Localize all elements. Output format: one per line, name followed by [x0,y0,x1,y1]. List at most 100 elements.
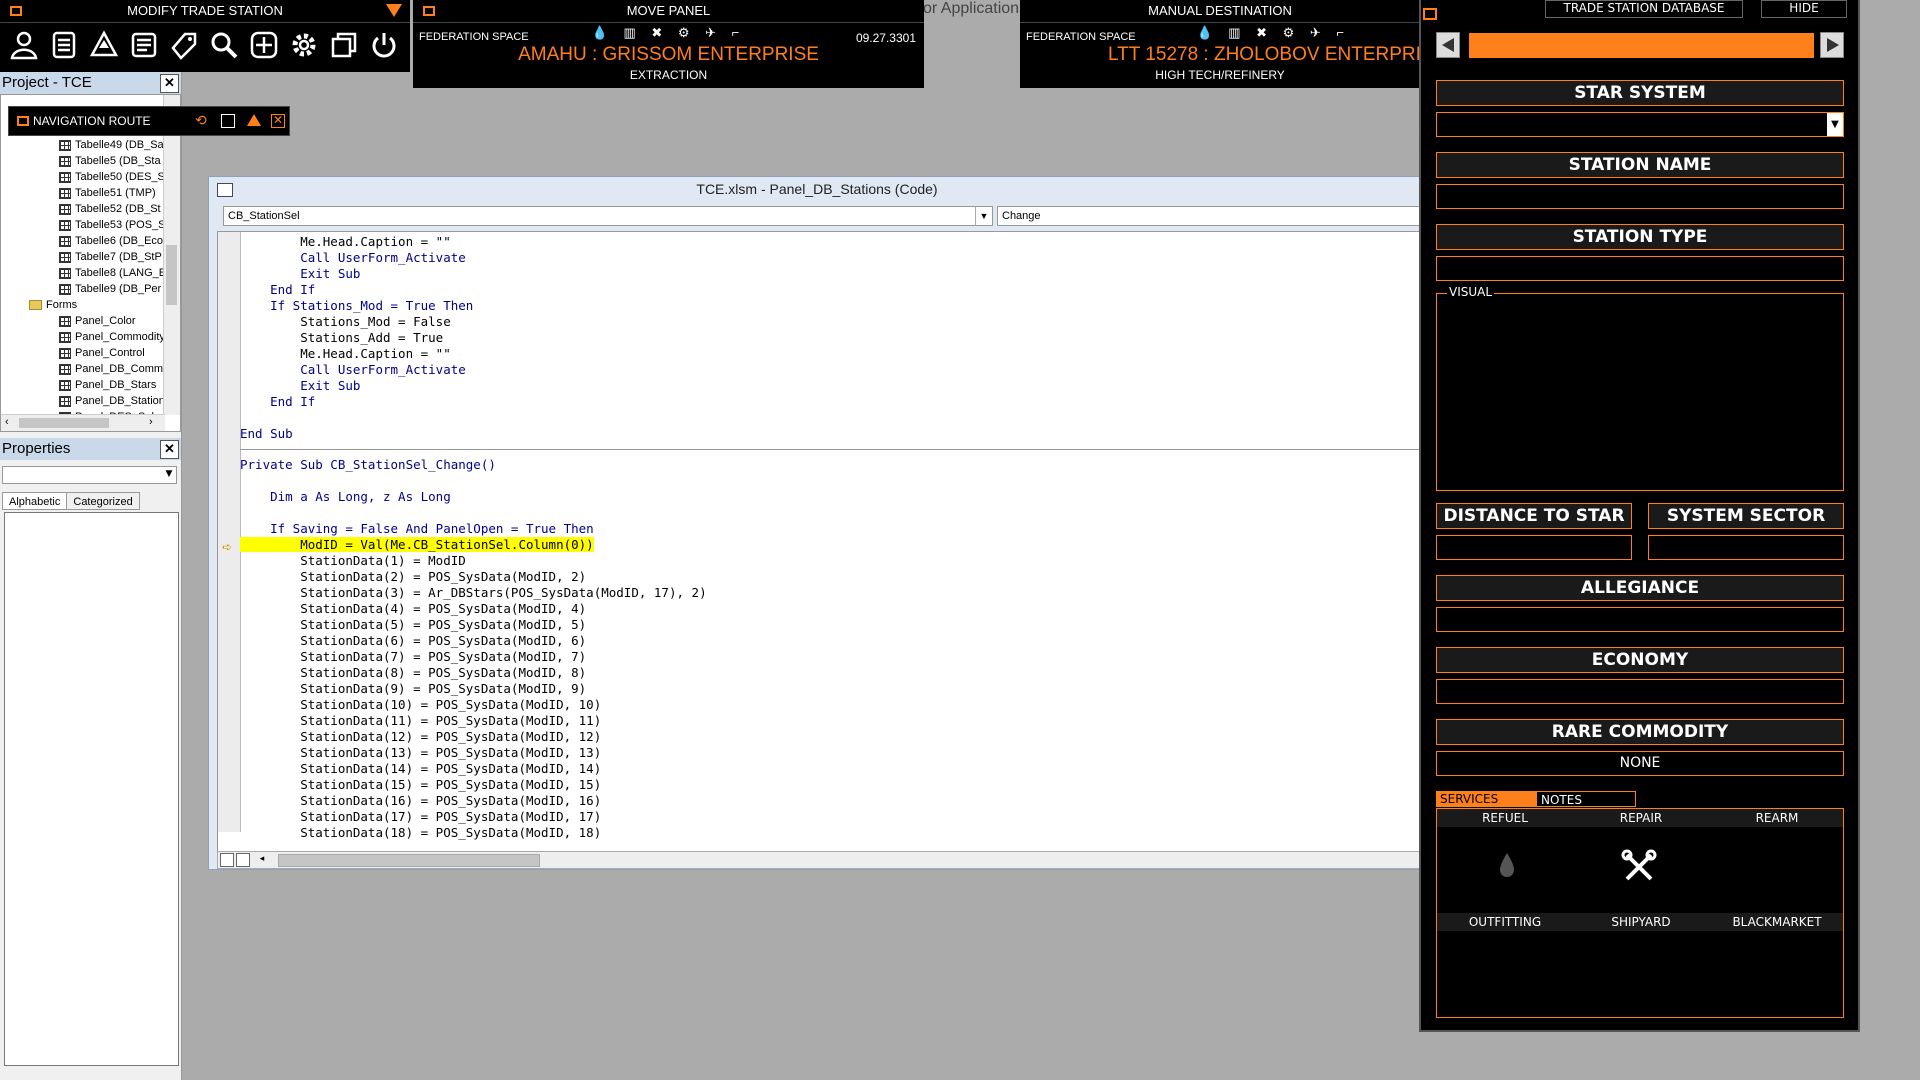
next-station-button[interactable] [1820,32,1844,58]
previous-station-button[interactable] [1436,32,1460,58]
recycle-icon[interactable] [88,27,120,63]
code-line[interactable]: Exit Sub [240,266,1428,282]
code-line[interactable]: Me.Head.Caption = "" [240,234,1428,250]
code-line[interactable]: Exit Sub [240,378,1428,394]
code-hscroll-thumb[interactable] [278,854,540,867]
project-tree-hscroll[interactable]: ‹ › [1,414,165,431]
tree-folder[interactable]: Forms [29,297,77,313]
search-icon[interactable] [208,27,240,63]
code-line[interactable] [240,410,1428,426]
code-line[interactable]: StationData(3) = Ar_DBStars(POS_SysData(… [240,585,1428,601]
close-project-pane-button[interactable]: ✕ [160,74,179,93]
code-line[interactable]: Call UserForm_Activate [240,362,1428,378]
code-line[interactable]: StationData(2) = POS_SysData(ModID, 2) [240,569,1428,585]
tree-item[interactable]: Tabelle49 (DB_Sa [59,137,164,153]
tree-item[interactable]: Panel_Control [59,345,145,361]
economy-field[interactable] [1436,679,1844,704]
code-margin[interactable] [218,232,241,832]
code-line[interactable]: Private Sub CB_StationSel_Change() [240,457,1428,473]
tree-item[interactable]: Tabelle9 (DB_Per [59,281,161,297]
document-icon[interactable] [128,27,160,63]
gear-icon[interactable] [288,27,320,63]
close-icon[interactable]: ✕ [271,114,285,128]
code-line[interactable]: StationData(7) = POS_SysData(ModID, 7) [240,649,1428,665]
tree-item[interactable]: Tabelle51 (TMP) [59,185,156,201]
tab-categorized[interactable]: Categorized [67,492,140,510]
star-system-select[interactable]: ▼ [1436,112,1844,137]
procedure-combo[interactable]: Change [997,206,1427,226]
code-hscroll[interactable]: ◂ [217,851,1429,869]
code-line[interactable]: StationData(13) = POS_SysData(ModID, 13) [240,745,1428,761]
refresh-icon[interactable]: ⟲ [195,113,209,128]
code-line[interactable]: StationData(14) = POS_SysData(ModID, 14) [240,761,1428,777]
code-line[interactable]: Dim a As Long, z As Long [240,489,1428,505]
triangle-up-icon[interactable] [247,114,261,126]
tree-item[interactable]: Tabelle52 (DB_St [59,201,161,217]
copy-icon[interactable] [328,27,360,63]
code-line[interactable]: StationData(16) = POS_SysData(ModID, 16) [240,793,1428,809]
code-line[interactable]: Call UserForm_Activate [240,250,1428,266]
code-line[interactable] [240,505,1428,521]
code-line[interactable]: Stations_Mod = False [240,314,1428,330]
properties-grid[interactable] [4,512,179,1066]
code-line[interactable]: StationData(18) = POS_SysData(ModID, 18) [240,825,1428,841]
code-line[interactable]: StationData(6) = POS_SysData(ModID, 6) [240,633,1428,649]
project-tree-vscroll[interactable] [163,95,180,415]
power-icon[interactable] [368,27,400,63]
tree-item[interactable]: Tabelle53 (POS_S [59,217,166,233]
manual-destination-panel[interactable]: MANUAL DESTINATION FEDERATION SPACE 💧 ▥ … [1020,0,1420,88]
maximize-icon[interactable] [221,114,235,128]
station-name-field[interactable] [1436,184,1844,209]
tab-alphabetic[interactable]: Alphabetic [2,492,68,510]
code-line[interactable]: If Saving = False And PanelOpen = True T… [240,521,1428,537]
tree-item[interactable]: Panel_DB_Stars [59,377,156,393]
code-line[interactable]: StationData(1) = ModID [240,553,1428,569]
close-properties-pane-button[interactable]: ✕ [160,440,179,459]
allegiance-field[interactable] [1436,607,1844,632]
collapse-triangle-icon[interactable] [386,4,402,17]
system-sector-field[interactable] [1648,535,1844,560]
code-line[interactable]: StationData(11) = POS_SysData(ModID, 11) [240,713,1428,729]
code-line[interactable]: StationData(5) = POS_SysData(ModID, 5) [240,617,1428,633]
code-lines[interactable]: Me.Head.Caption = "" Call UserForm_Activ… [240,232,1428,841]
navigation-route-panel[interactable]: NAVIGATION ROUTE ⟲ ✕ [8,106,290,136]
tree-item[interactable]: Tabelle5 (DB_Sta [59,153,161,169]
scroll-left-icon[interactable]: ◂ [254,852,270,867]
refuel-drop-icon[interactable] [1497,851,1517,879]
tree-item[interactable]: Panel_DB_Station [59,393,165,409]
tree-item[interactable]: Tabelle50 (DES_S [59,169,165,185]
code-line[interactable]: ModID = Val(Me.CB_StationSel.Column(0)) [240,537,1428,553]
code-line[interactable]: Me.Head.Caption = "" [240,346,1428,362]
code-line[interactable]: StationData(12) = POS_SysData(ModID, 12) [240,729,1428,745]
rare-commodity-field[interactable]: NONE [1436,751,1844,776]
code-editor[interactable]: ➪ Me.Head.Caption = "" Call UserForm_Act… [217,231,1429,853]
code-line[interactable] [240,473,1428,489]
code-line[interactable]: StationData(4) = POS_SysData(ModID, 4) [240,601,1428,617]
code-line[interactable]: If Stations_Mod = True Then [240,298,1428,314]
properties-object-select[interactable]: ▼ [2,466,177,484]
move-icon[interactable] [248,27,280,63]
project-tree[interactable]: Tabelle49 (DB_Sa Tabelle5 (DB_Sta Tabelle5… [0,94,181,432]
code-line[interactable]: End If [240,282,1428,298]
hide-button[interactable]: HIDE [1761,0,1847,18]
tree-item[interactable]: Panel_Commodity [59,329,165,345]
code-line[interactable]: End If [240,394,1428,410]
tree-item[interactable]: Tabelle6 (DB_Eco [59,233,163,249]
full-module-view-icon[interactable] [236,853,250,867]
code-line[interactable]: StationData(17) = POS_SysData(ModID, 17) [240,809,1428,825]
tree-item[interactable]: Panel_DB_Comm [59,361,163,377]
code-line[interactable]: StationData(15) = POS_SysData(ModID, 15) [240,777,1428,793]
code-line[interactable]: StationData(8) = POS_SysData(ModID, 8) [240,665,1428,681]
code-line[interactable]: StationData(9) = POS_SysData(ModID, 9) [240,681,1428,697]
procedure-view-icon[interactable] [220,853,234,867]
object-combo[interactable]: CB_StationSel ▼ [223,206,993,226]
code-line[interactable]: Stations_Add = True [240,330,1428,346]
tab-notes[interactable]: NOTES [1536,791,1636,807]
move-panel[interactable]: MOVE PANEL FEDERATION SPACE 💧 ▥ ✖ ⚙ ✈ ⌐ … [413,0,924,88]
tag-icon[interactable] [168,27,200,63]
tree-item[interactable]: Tabelle8 (LANG_E [59,265,166,281]
code-line[interactable]: StationData(10) = POS_SysData(ModID, 10) [240,697,1428,713]
tree-item[interactable]: Tabelle7 (DB_StP [59,249,162,265]
code-line[interactable]: End Sub [240,426,1428,442]
tab-services[interactable]: SERVICES [1436,791,1536,807]
